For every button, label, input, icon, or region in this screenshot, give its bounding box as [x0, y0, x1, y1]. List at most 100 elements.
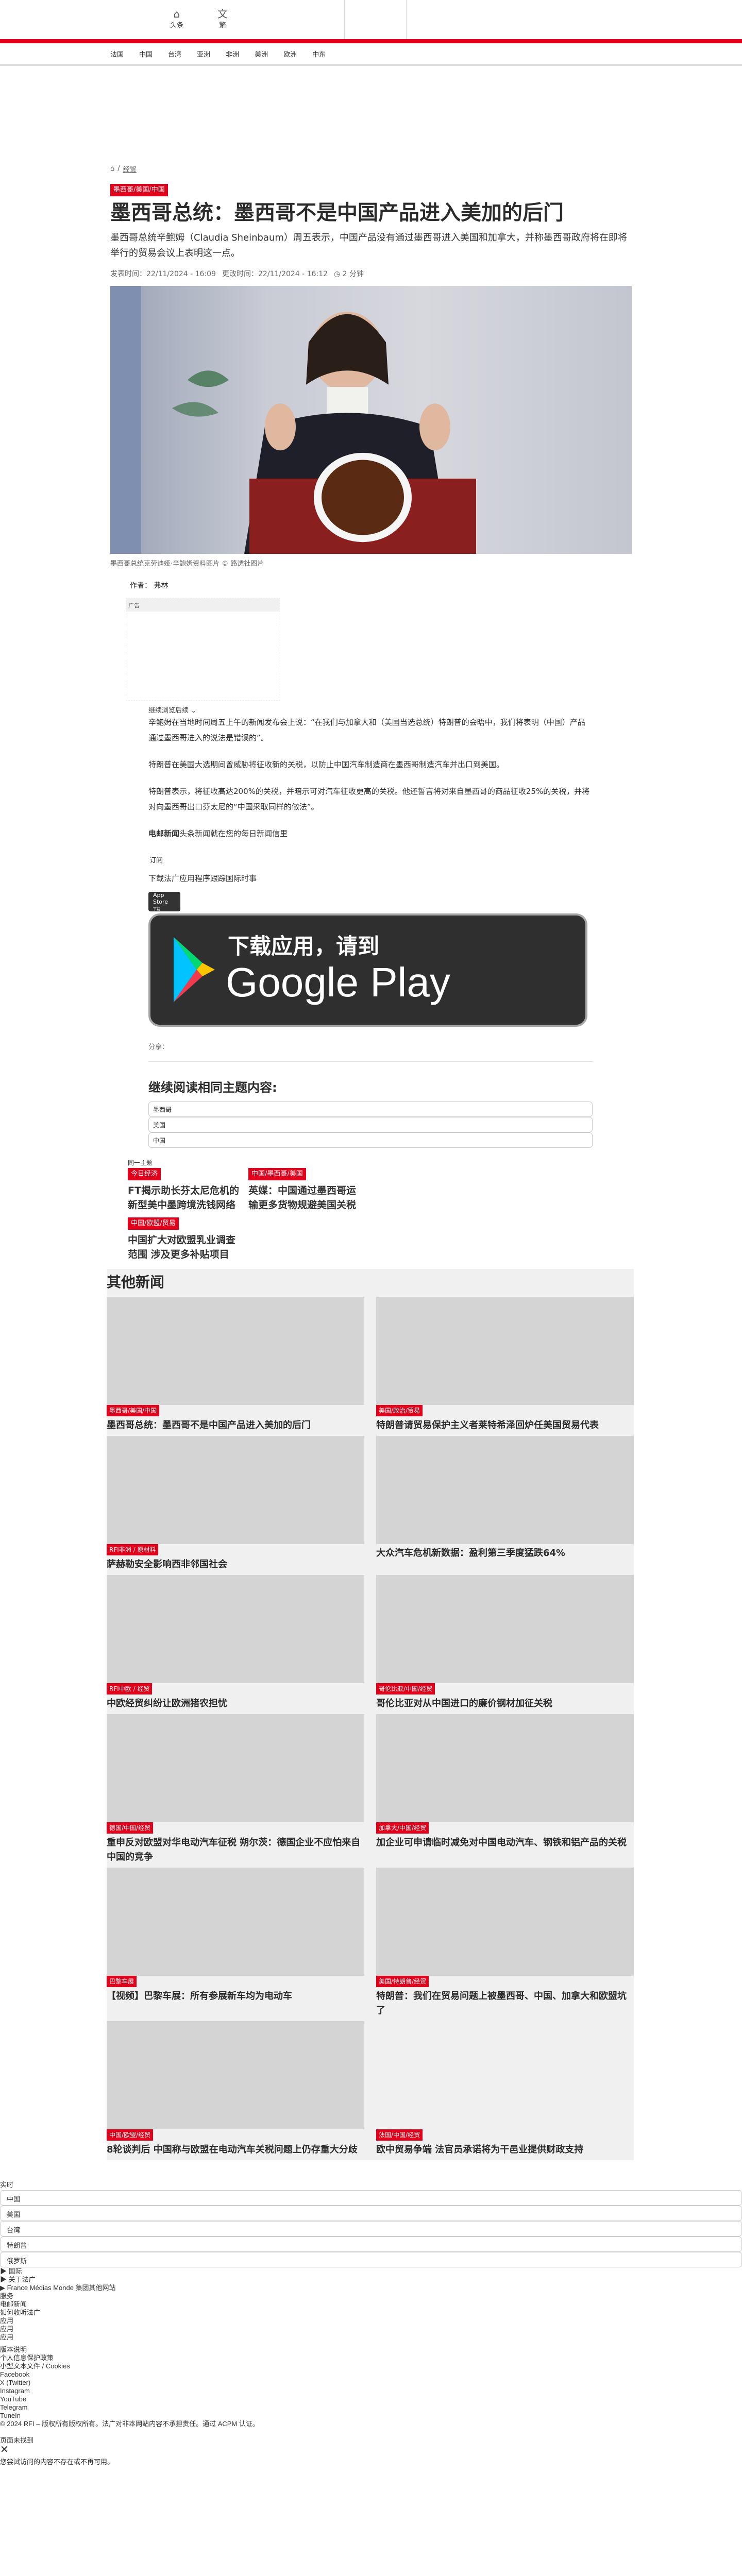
news-card[interactable]: 德国/中国/经贸重申反对欧盟对华电动汽车征税 朔尔茨：德国企业不应怕来自中国的竞…	[107, 1714, 364, 1865]
social-link[interactable]: Facebook	[0, 2370, 742, 2379]
related-article[interactable]: 今日经济 FT揭示助长芬太尼危机的新型美中墨跨境洗钱网络	[128, 1168, 239, 1212]
article-title[interactable]: 中国扩大对欧盟乳业调查范围 涉及更多补贴项目	[128, 1233, 239, 1262]
article-title[interactable]: FT揭示助长芬太尼危机的新型美中墨跨境洗钱网络	[128, 1183, 239, 1212]
topic-link[interactable]: 美国	[148, 1117, 593, 1132]
newsletter-link[interactable]: 电邮新闻	[148, 829, 179, 838]
article-title[interactable]: 英媒：中国通过墨西哥运输更多货物规避美国关税	[248, 1183, 360, 1212]
footer-section-toggle[interactable]: ▶ 国际	[0, 2267, 742, 2276]
article-tag[interactable]: 今日经济	[128, 1168, 161, 1180]
card-image[interactable]	[376, 1297, 634, 1405]
nav-item[interactable]: 美洲	[255, 49, 268, 59]
nav-item[interactable]: 欧洲	[283, 49, 297, 59]
article-title[interactable]: 特朗普请贸易保护主义者莱特希泽回炉任美国贸易代表	[376, 1418, 634, 1433]
article-tag[interactable]: 中国/欧盟/贸易	[128, 1217, 179, 1230]
article-tag[interactable]: 法国/中国/经贸	[376, 2129, 423, 2141]
article-title[interactable]: 中欧经贸纠纷让欧洲猪农担忧	[107, 1697, 364, 1711]
news-card[interactable]: 加拿大/中国/经贸加企业可申请临时减免对中国电动汽车、钢铁和铝产品的关税	[376, 1714, 634, 1865]
news-card[interactable]: 哥伦比亚/中国/经贸哥伦比亚对从中国进口的廉价钢材加征关税	[376, 1575, 634, 1711]
home-button[interactable]: ⌂ 头条	[166, 8, 187, 29]
news-card[interactable]: 美国/政治/贸易特朗普请贸易保护主义者莱特希泽回炉任美国贸易代表	[376, 1297, 634, 1433]
article-title[interactable]: 重申反对欧盟对华电动汽车征税 朔尔茨：德国企业不应怕来自中国的竞争	[107, 1836, 364, 1865]
nav-item[interactable]: 法国	[110, 49, 124, 59]
article-title[interactable]: 【视频】巴黎车展：所有参展新车均为电动车	[107, 1989, 364, 2004]
social-link[interactable]: TuneIn	[0, 2412, 742, 2420]
card-image[interactable]	[107, 2021, 364, 2129]
article-title[interactable]: 加企业可申请临时减免对中国电动汽车、钢铁和铝产品的关税	[376, 1836, 634, 1850]
footer-link[interactable]: 应用	[0, 2325, 742, 2333]
live-topic-link[interactable]: 美国	[0, 2206, 742, 2221]
app-store-button[interactable]: App Store 下载	[148, 892, 180, 911]
home-icon[interactable]: ⌂	[110, 165, 114, 173]
footer-link[interactable]: 小型文本文件 / Cookies	[0, 2362, 742, 2370]
breadcrumb-section[interactable]: 经贸	[123, 164, 137, 174]
social-link[interactable]: Instagram	[0, 2387, 742, 2395]
close-icon[interactable]: ✕	[0, 2445, 742, 2455]
article-tag[interactable]: 墨西哥/美国/中国	[110, 184, 168, 196]
article-tag[interactable]: 美国/特朗普/经贸	[376, 1976, 429, 1987]
article-title[interactable]: 大众汽车危机新数据：盈利第三季度猛跌64%	[376, 1546, 634, 1561]
article-title[interactable]: 墨西哥总统：墨西哥不是中国产品进入美加的后门	[107, 1418, 364, 1433]
subscribe-button[interactable]: 订阅	[149, 855, 593, 865]
news-card[interactable]: 墨西哥/美国/中国墨西哥总统：墨西哥不是中国产品进入美加的后门	[107, 1297, 364, 1433]
article-tag[interactable]: 美国/政治/贸易	[376, 1405, 423, 1416]
social-link[interactable]: Telegram	[0, 2403, 742, 2412]
card-image[interactable]	[376, 1575, 634, 1683]
footer-section-toggle[interactable]: ▶ 关于法广	[0, 2276, 742, 2284]
footer-section-toggle[interactable]: ▶ France Médias Monde 集团其他网站	[0, 2284, 742, 2292]
nav-item[interactable]: 台湾	[168, 49, 181, 59]
article-tag[interactable]: 加拿大/中国/经贸	[376, 1822, 429, 1834]
live-topic-link[interactable]: 台湾	[0, 2221, 742, 2236]
article-tag[interactable]: 哥伦比亚/中国/经贸	[376, 1683, 435, 1694]
related-article[interactable]: 中国/墨西哥/美国英媒：中国通过墨西哥运输更多货物规避美国关税	[248, 1168, 360, 1212]
card-image[interactable]	[107, 1575, 364, 1683]
article-title[interactable]: 欧中贸易争端 法官员承诺将为干邑业提供财政支持	[376, 2143, 634, 2157]
nav-item[interactable]: 亚洲	[197, 49, 210, 59]
news-card[interactable]: RFI非洲 / 原材料萨赫勒安全影响西非邻国社会	[107, 1436, 364, 1572]
article-title[interactable]: 萨赫勒安全影响西非邻国社会	[107, 1557, 364, 1572]
article-title[interactable]: 特朗普：我们在贸易问题上被墨西哥、中国、加拿大和欧盟坑了	[376, 1989, 634, 2018]
topic-link[interactable]: 中国	[148, 1132, 593, 1148]
card-image[interactable]	[107, 1436, 364, 1544]
continue-reading-button[interactable]: 继续浏览后续 ⌄	[148, 705, 593, 715]
social-link[interactable]: X (Twitter)	[0, 2379, 742, 2387]
card-image[interactable]	[376, 2021, 634, 2129]
footer-link[interactable]: 个人信息保护政策	[0, 2354, 742, 2362]
footer-link[interactable]: 应用	[0, 2317, 742, 2325]
news-card[interactable]: 大众汽车危机新数据：盈利第三季度猛跌64%	[376, 1436, 634, 1572]
article-tag[interactable]: 墨西哥/美国/中国	[107, 1405, 160, 1416]
news-card[interactable]: RFI中欧 / 经贸中欧经贸纠纷让欧洲猪农担忧	[107, 1575, 364, 1711]
card-image[interactable]	[376, 1714, 634, 1822]
live-topic-link[interactable]: 中国	[0, 2190, 742, 2206]
related-article[interactable]: 中国/欧盟/贸易中国扩大对欧盟乳业调查范围 涉及更多补贴项目	[128, 1217, 239, 1262]
card-image[interactable]	[107, 1714, 364, 1822]
news-card[interactable]: 法国/中国/经贸欧中贸易争端 法官员承诺将为干邑业提供财政支持	[376, 2021, 634, 2157]
news-card[interactable]: 美国/特朗普/经贸特朗普：我们在贸易问题上被墨西哥、中国、加拿大和欧盟坑了	[376, 1868, 634, 2018]
topic-link[interactable]: 墨西哥	[148, 1101, 593, 1117]
language-button[interactable]: 文 繁	[212, 8, 233, 29]
article-tag[interactable]: RFI非洲 / 原材料	[107, 1544, 159, 1555]
card-image[interactable]	[376, 1868, 634, 1976]
article-tag[interactable]: 中国/墨西哥/美国	[248, 1168, 306, 1180]
live-topic-link[interactable]: 俄罗斯	[0, 2252, 742, 2267]
footer-link[interactable]: 电邮新闻	[0, 2300, 742, 2309]
google-play-button[interactable]: 下载应用，请到 Google Play	[148, 913, 587, 1027]
card-image[interactable]	[107, 1297, 364, 1405]
article-title[interactable]: 8轮谈判后 中国称与欧盟在电动汽车关税问题上仍存重大分歧	[107, 2143, 364, 2157]
card-image[interactable]	[376, 1436, 634, 1544]
news-card[interactable]: 中国/欧盟/经贸 8轮谈判后 中国称与欧盟在电动汽车关税问题上仍存重大分歧	[107, 2021, 364, 2157]
social-link[interactable]: YouTube	[0, 2395, 742, 2403]
article-tag[interactable]: RFI中欧 / 经贸	[107, 1683, 153, 1694]
article-title[interactable]: 哥伦比亚对从中国进口的廉价钢材加征关税	[376, 1697, 634, 1711]
nav-item[interactable]: 中国	[139, 49, 153, 59]
nav-item[interactable]: 中东	[312, 49, 326, 59]
footer-link[interactable]: 如何收听法广	[0, 2309, 742, 2317]
nav-item[interactable]: 非洲	[226, 49, 239, 59]
article-tag[interactable]: 中国/欧盟/经贸	[107, 2129, 154, 2141]
card-image[interactable]	[107, 1868, 364, 1976]
footer-link[interactable]: 应用	[0, 2333, 742, 2342]
footer-link[interactable]: 版本说明	[0, 2346, 742, 2354]
article-tag[interactable]: 德国/中国/经贸	[107, 1822, 154, 1834]
article-tag[interactable]: 巴黎车展	[107, 1976, 137, 1987]
news-card[interactable]: 巴黎车展【视频】巴黎车展：所有参展新车均为电动车	[107, 1868, 364, 2018]
live-topic-link[interactable]: 特朗普	[0, 2236, 742, 2252]
